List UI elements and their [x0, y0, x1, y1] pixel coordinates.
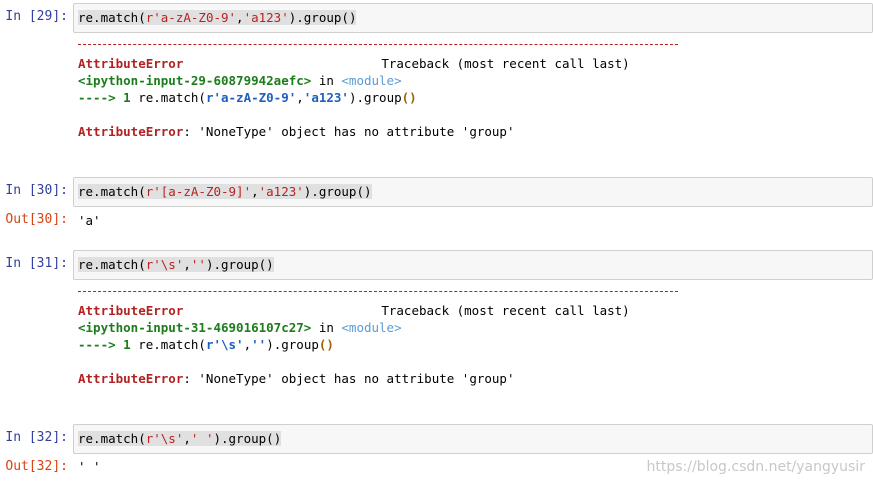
traceback-header-tail: Traceback (most recent call last) — [381, 56, 630, 71]
output-prompt: Out[32]: — [5, 459, 68, 474]
traceback-code-string: r'\s' — [205, 337, 244, 352]
code-text: re.match( — [78, 10, 146, 25]
error-name: AttributeError — [78, 303, 184, 318]
error-name: AttributeError — [78, 56, 184, 71]
traceback-arrow: ----> 1 — [78, 90, 139, 105]
traceback-code-string: 'a123' — [303, 90, 349, 105]
code-line[interactable]: re.match(r'\s',' ').group() — [78, 431, 282, 447]
code-text: re.match( — [78, 257, 146, 272]
traceback-source-file: <ipython-input-29-60879942aefc> — [78, 73, 312, 88]
code-input-cell[interactable]: re.match(r'\s','').group() — [73, 250, 873, 280]
code-line[interactable]: re.match(r'[a-zA-Z0-9]','a123').group() — [78, 184, 372, 200]
traceback-code-paren: () — [318, 337, 334, 352]
watermark: https://blog.csdn.net/yangyusir — [646, 459, 865, 475]
traceback-code: ).group — [266, 337, 319, 352]
traceback-code: re.match( — [138, 90, 206, 105]
traceback-header: AttributeError Traceback (most recent cal… — [78, 302, 630, 319]
cell-output: 'a' — [78, 213, 101, 228]
code-line[interactable]: re.match(r'\s','').group() — [78, 257, 274, 273]
traceback-in-word: in — [311, 320, 342, 335]
code-text: ).group() — [303, 184, 372, 199]
traceback-in-word: in — [311, 73, 342, 88]
code-text: , — [236, 10, 244, 25]
code-string: r'\s' — [145, 257, 184, 272]
traceback-source-file: <ipython-input-31-469016107c27> — [78, 320, 312, 335]
input-prompt: In [30]: — [5, 183, 68, 198]
error-message-text: : 'NoneType' object has no attribute 'gr… — [183, 371, 515, 386]
traceback-code: ).group — [348, 90, 402, 105]
code-text: , — [183, 431, 191, 446]
error-message-text: : 'NoneType' object has no attribute 'gr… — [183, 124, 515, 139]
traceback-code-string: r'a-zA-Z0-9' — [205, 90, 297, 105]
traceback-module: <module> — [341, 73, 402, 88]
code-string: r'[a-zA-Z0-9]' — [145, 184, 252, 199]
traceback-source: <ipython-input-29-60879942aefc> in <modu… — [78, 72, 402, 89]
code-text: , — [183, 257, 191, 272]
traceback-code: , — [243, 337, 252, 352]
code-string: ' ' — [190, 431, 214, 446]
traceback-line: ----> 1 re.match(r'a-zA-Z0-9','a123').gr… — [78, 89, 417, 106]
traceback-source: <ipython-input-31-469016107c27> in <modu… — [78, 319, 402, 336]
traceback-divider — [78, 44, 678, 45]
code-input-cell[interactable]: re.match(r'[a-zA-Z0-9]','a123').group() — [73, 177, 873, 207]
error-name: AttributeError — [78, 371, 184, 386]
input-prompt: In [29]: — [5, 9, 68, 24]
code-string: r'a-zA-Z0-9' — [145, 10, 237, 25]
traceback-line: ----> 1 re.match(r'\s','').group() — [78, 336, 334, 353]
traceback-header-tail: Traceback (most recent call last) — [381, 303, 630, 318]
error-name: AttributeError — [78, 124, 184, 139]
code-line[interactable]: re.match(r'a-zA-Z0-9','a123').group() — [78, 10, 357, 26]
input-prompt: In [31]: — [5, 256, 68, 271]
traceback-code: , — [296, 90, 304, 105]
code-string: 'a123' — [243, 10, 289, 25]
traceback-code: re.match( — [138, 337, 206, 352]
traceback-header: AttributeError Traceback (most recent cal… — [78, 55, 630, 72]
code-string: r'\s' — [145, 431, 184, 446]
code-text: ).group() — [288, 10, 357, 25]
traceback-module: <module> — [341, 320, 402, 335]
code-text: ).group() — [205, 257, 274, 272]
code-text: re.match( — [78, 431, 146, 446]
code-input-cell[interactable]: re.match(r'\s',' ').group() — [73, 424, 873, 454]
traceback-code-paren: () — [401, 90, 417, 105]
error-message: AttributeError: 'NoneType' object has no… — [78, 370, 515, 387]
code-text: re.match( — [78, 184, 146, 199]
code-text: ).group() — [213, 431, 282, 446]
error-message: AttributeError: 'NoneType' object has no… — [78, 123, 515, 140]
code-string: '' — [190, 257, 206, 272]
traceback-code-string: '' — [251, 337, 267, 352]
code-text: , — [251, 184, 259, 199]
traceback-divider — [78, 291, 678, 292]
code-input-cell[interactable]: re.match(r'a-zA-Z0-9','a123').group() — [73, 3, 873, 33]
cell-output: ' ' — [78, 459, 101, 474]
traceback-arrow: ----> 1 — [78, 337, 139, 352]
code-string: 'a123' — [258, 184, 304, 199]
input-prompt: In [32]: — [5, 430, 68, 445]
output-prompt: Out[30]: — [5, 212, 68, 227]
